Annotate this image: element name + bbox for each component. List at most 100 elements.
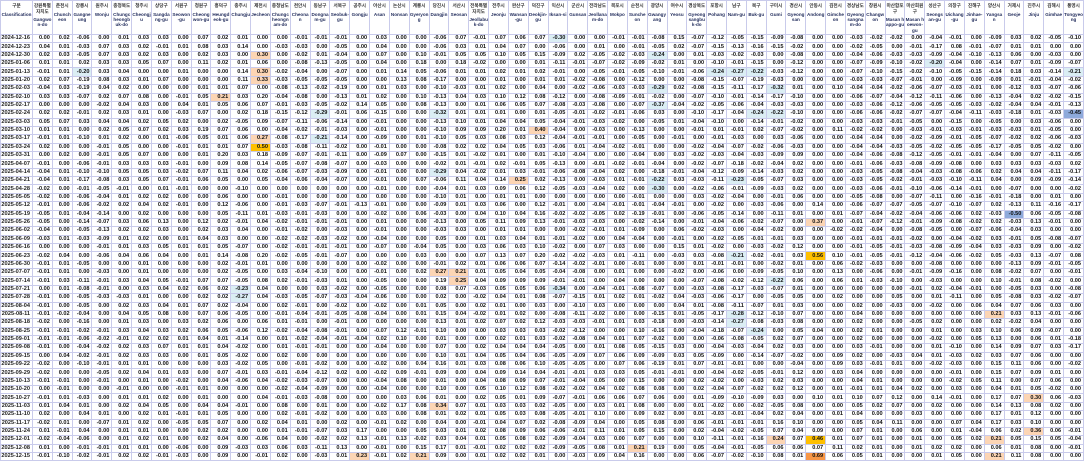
value-cell: -0.01	[765, 117, 787, 127]
value-cell: 0.01	[111, 359, 133, 370]
value-cell: 0.07	[507, 418, 529, 428]
value-cell: 0.01	[269, 426, 291, 437]
value-cell: -0.09	[547, 50, 569, 61]
column-header: 충주시 Chungju	[230, 0, 252, 35]
column-header-ko: 아산시	[373, 3, 386, 8]
value-cell: -0.10	[567, 301, 589, 311]
value-cell: -0.02	[844, 226, 866, 236]
value-cell: 0.05	[111, 151, 133, 161]
value-cell: 0.01	[468, 268, 490, 278]
value-cell: -0.01	[91, 451, 113, 461]
value-cell: 0.00	[607, 192, 628, 203]
value-cell: -0.01	[468, 418, 490, 428]
value-cell: 0.02	[567, 50, 589, 61]
value-cell: 0.01	[190, 343, 212, 353]
value-cell: -0.02	[924, 334, 946, 345]
value-cell: 0.05	[111, 142, 133, 153]
value-cell: -0.01	[725, 259, 747, 270]
value-cell: 0.03	[210, 226, 232, 236]
value-cell: -0.03	[884, 50, 906, 61]
value-cell: 0.02	[388, 451, 410, 461]
value-cell: 0.02	[507, 443, 529, 453]
value-cell: 0.00	[725, 117, 747, 127]
value-cell: -0.06	[1063, 84, 1084, 94]
value-cell: -0.03	[745, 201, 767, 211]
value-cell: -0.03	[170, 451, 192, 461]
value-cell: -0.06	[547, 42, 569, 52]
value-cell: -0.09	[329, 167, 351, 178]
value-cell: -0.10	[884, 59, 906, 69]
value-cell: 0.00	[884, 134, 906, 144]
value-cell: -0.01	[329, 242, 351, 253]
column-header-ko: 충청남도	[271, 3, 289, 8]
value-cell: 0.02	[1023, 33, 1045, 44]
value-cell: 0.00	[805, 351, 827, 362]
value-cell: 0.01	[111, 242, 133, 253]
value-cell: -0.05	[587, 209, 609, 219]
value-cell: 0.08	[1063, 251, 1084, 261]
value-cell: 0.13	[825, 268, 846, 278]
value-cell: 0.01	[666, 117, 688, 127]
value-cell: 0.01	[369, 84, 390, 94]
column-header-en: Yeosu	[670, 11, 684, 17]
value-cell: 0.01	[825, 209, 846, 219]
value-cell: 0.00	[150, 426, 172, 437]
value-cell: 0.08	[230, 159, 252, 169]
value-cell: 0.00	[785, 217, 807, 228]
value-cell: 0.00	[825, 201, 846, 211]
value-cell: 0.02	[51, 151, 73, 161]
value-cell: 0.14	[805, 201, 827, 211]
value-cell: 0.07	[805, 443, 827, 453]
column-header-ko: 논산시	[392, 3, 406, 8]
value-cell: -0.03	[269, 75, 291, 86]
weekly-price-change-table: 구분 Classification 강원특별자치도 Gangwon-do 춘천시 Ch…	[0, 0, 1084, 461]
value-cell: 0.06	[1003, 326, 1025, 336]
value-cell: 0.00	[388, 201, 410, 211]
value-cell: 0.00	[904, 276, 926, 286]
value-cell: -0.02	[71, 326, 93, 336]
value-cell: 0.03	[468, 92, 490, 102]
value-cell: 0.05	[944, 435, 965, 445]
value-cell: 0.01	[507, 293, 529, 303]
value-cell: -0.05	[864, 251, 886, 261]
column-header-en: Masan happo-gu	[885, 17, 905, 28]
table-row: 2025-02-03 -0.04 0.03 -0.19 0.04 0.02 0.00 0.00…	[0, 84, 1084, 94]
value-cell: -0.02	[607, 50, 628, 61]
value-cell: -0.02	[567, 226, 589, 236]
value-cell: 0.00	[666, 192, 688, 203]
value-cell: 0.00	[388, 142, 410, 153]
value-cell: 0.00	[884, 326, 906, 336]
value-cell: -0.02	[745, 142, 767, 153]
value-cell: 0.08	[527, 293, 549, 303]
value-cell: 0.04	[448, 92, 470, 102]
value-cell: 0.07	[527, 100, 549, 111]
value-cell: 0.06	[507, 259, 529, 270]
value-cell: 0.04	[983, 385, 1005, 395]
value-cell: -0.01	[32, 343, 53, 353]
value-cell: 0.37	[805, 217, 827, 228]
value-cell: 0.00	[289, 401, 311, 412]
value-cell: -0.02	[468, 309, 490, 320]
value-cell: 0.00	[805, 301, 827, 311]
value-cell: 0.00	[646, 376, 668, 387]
value-cell: 0.00	[666, 385, 688, 395]
value-cell: 0.06	[527, 426, 549, 437]
value-cell: 0.04	[488, 293, 509, 303]
value-cell: 0.19	[428, 276, 450, 286]
value-cell: -0.02	[706, 234, 727, 245]
value-cell: 0.00	[567, 67, 589, 77]
value-cell: 0.00	[349, 268, 371, 278]
value-cell: 0.00	[864, 351, 886, 362]
value-cell: -0.03	[706, 410, 727, 420]
value-cell: -0.02	[646, 59, 668, 69]
value-cell: 0.00	[864, 309, 886, 320]
value-cell: 0.12	[527, 134, 549, 144]
value-cell: 0.00	[1043, 418, 1065, 428]
value-cell: -0.04	[963, 426, 985, 437]
value-cell: 0.03	[250, 443, 271, 453]
value-cell: 0.00	[825, 301, 846, 311]
value-cell: 0.06	[1023, 359, 1045, 370]
row-date: 2025-12-01	[0, 435, 33, 445]
value-cell: 0.00	[745, 192, 767, 203]
value-cell: 0.00	[963, 293, 985, 303]
